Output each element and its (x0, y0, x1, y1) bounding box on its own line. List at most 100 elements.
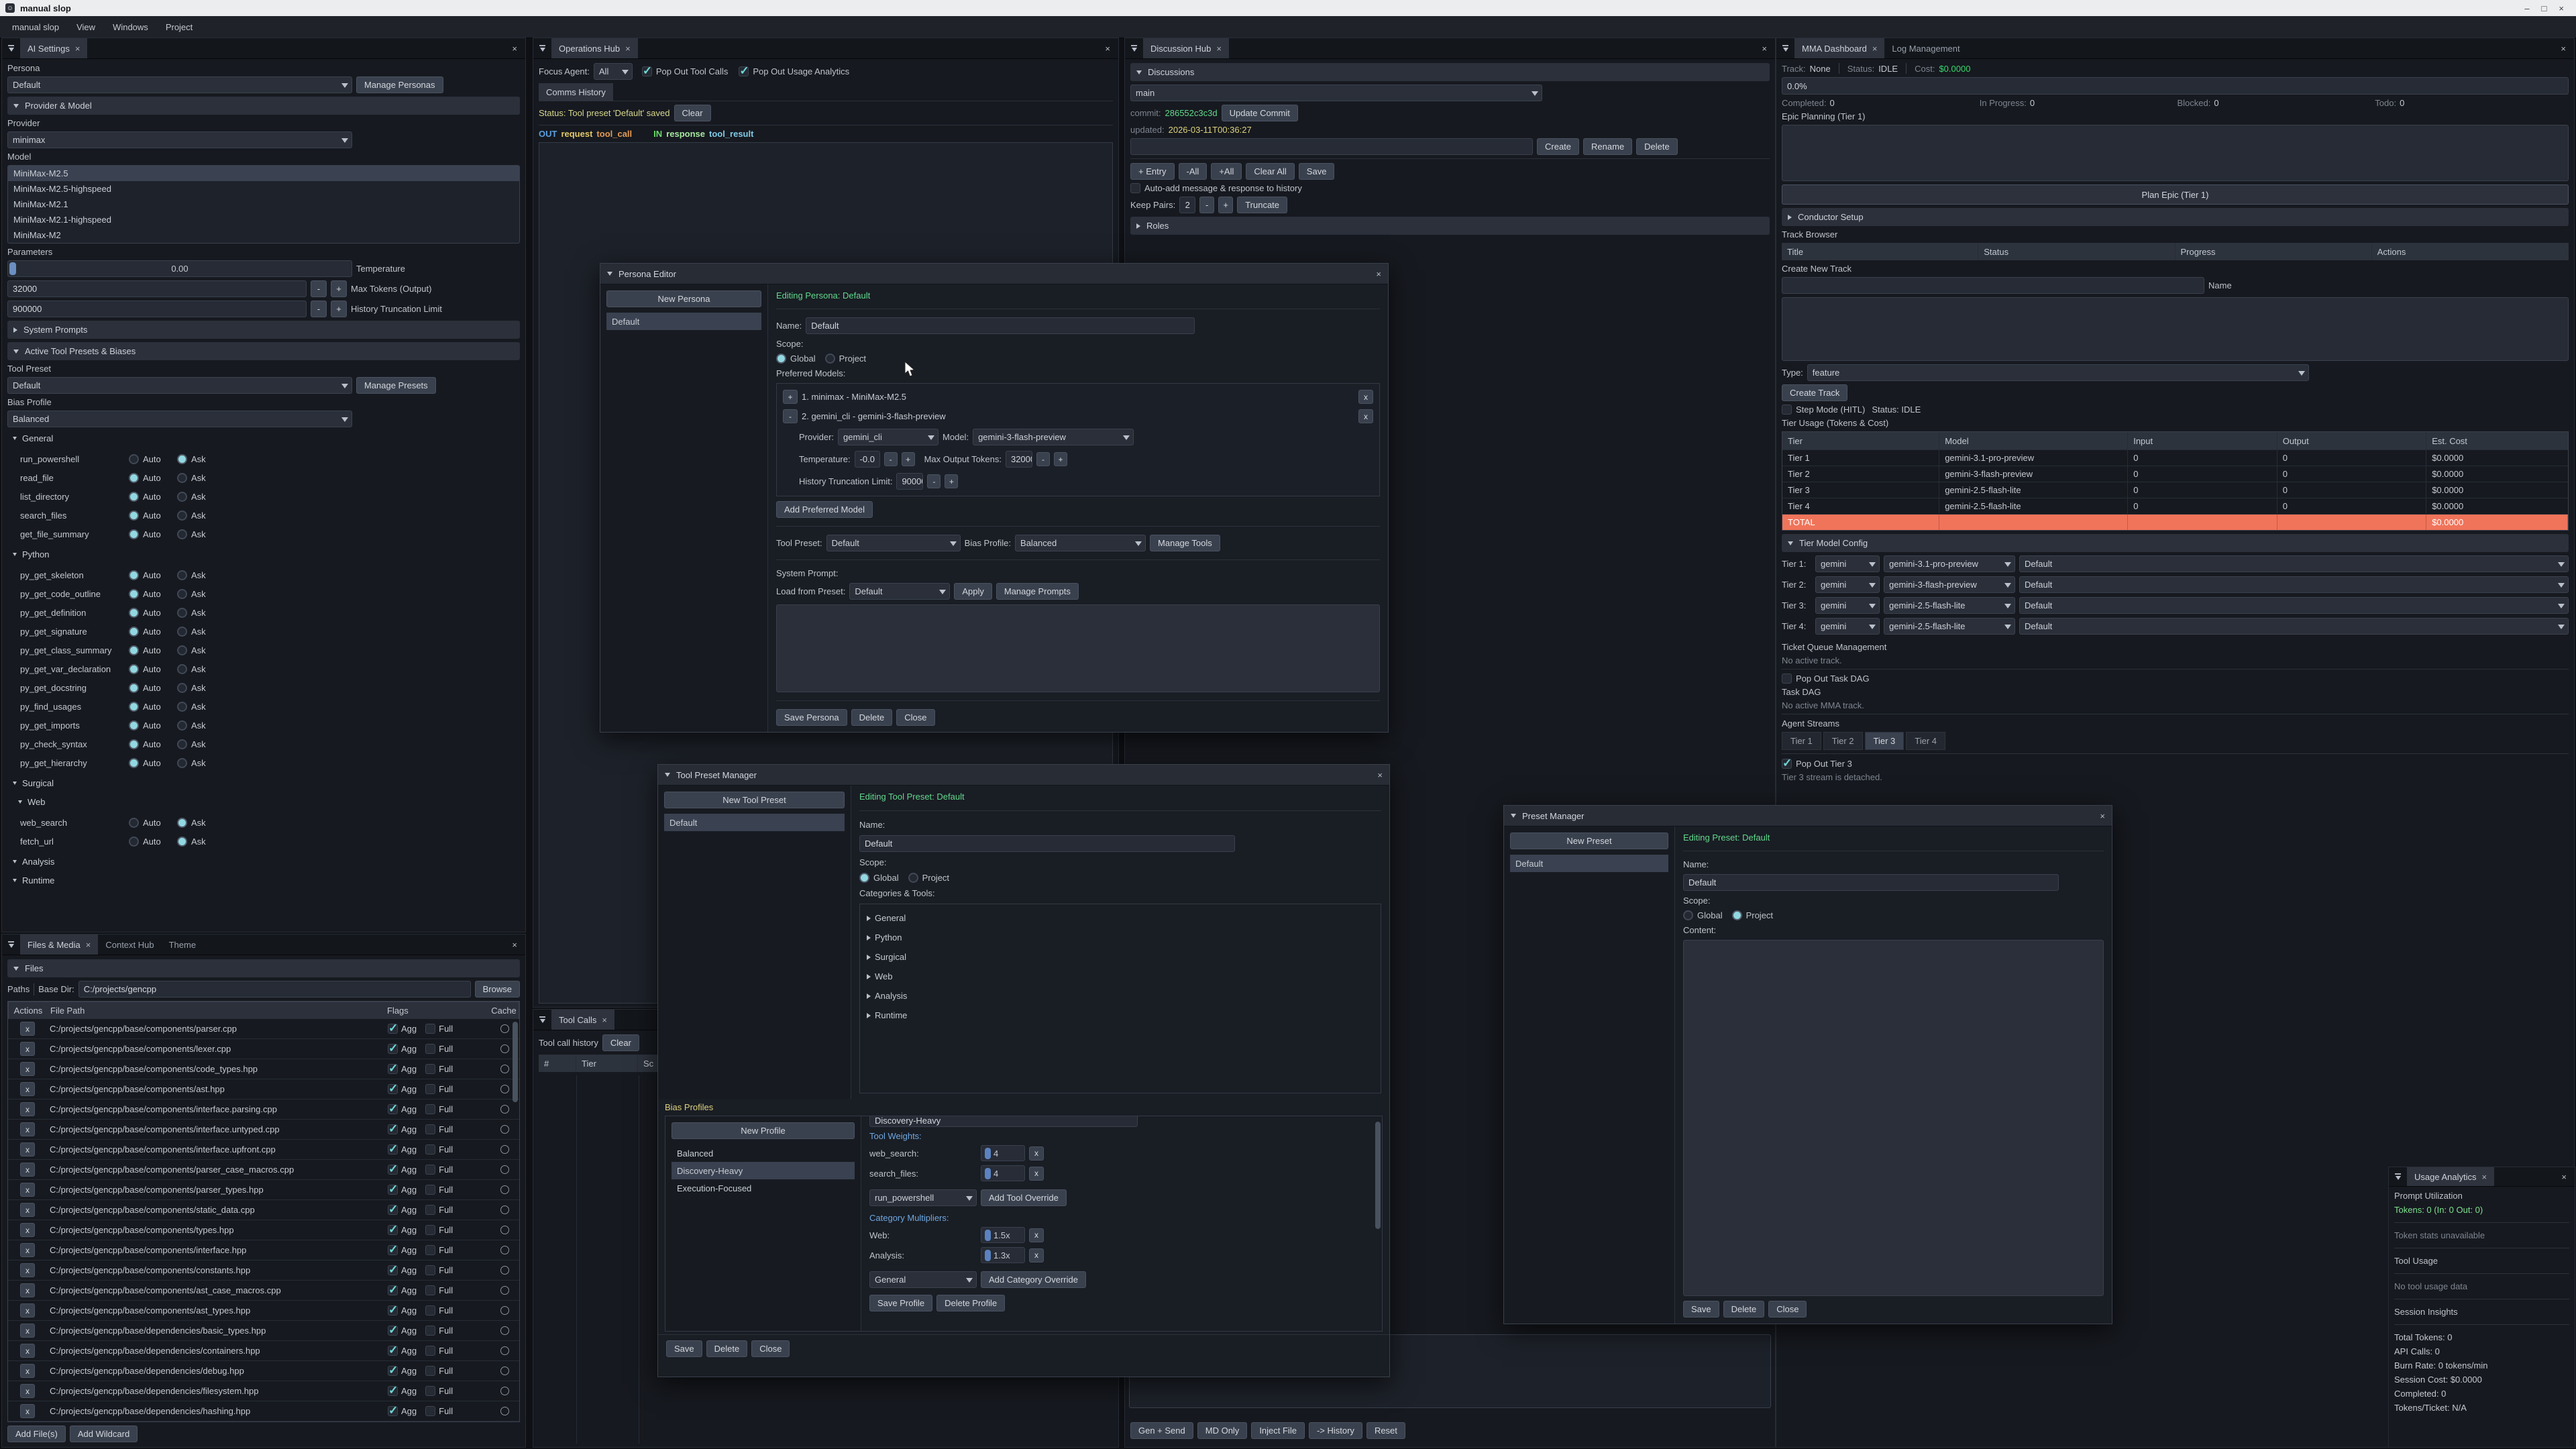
remove-file-button[interactable]: x (20, 1163, 35, 1177)
ask-radio[interactable]: Ask (177, 473, 225, 483)
auto-radio[interactable]: Auto (129, 739, 177, 749)
composer-action-button[interactable]: Gen + Send (1130, 1422, 1193, 1439)
entry-action-button[interactable]: + Entry (1130, 163, 1175, 180)
tab-mma-dashboard[interactable]: MMA Dashboard × (1794, 38, 1884, 58)
preset-name-input[interactable]: Default (1683, 874, 2059, 891)
ask-radio[interactable]: Ask (177, 529, 225, 539)
collapse-model-button[interactable]: - (783, 409, 798, 423)
max-output-tokens-input[interactable]: 32000 (1006, 451, 1032, 468)
preferred-temperature-input[interactable]: -0.0 (855, 451, 880, 468)
full-checkbox[interactable] (425, 1104, 435, 1114)
auto-radio[interactable]: Auto (129, 511, 177, 521)
ask-radio[interactable]: Ask (177, 511, 225, 521)
max-tokens-increment-button[interactable]: + (331, 280, 347, 297)
temperature-slider[interactable]: 0.00 (7, 260, 352, 277)
weight-slider[interactable]: 4 (981, 1145, 1025, 1161)
agg-checkbox[interactable] (388, 1084, 398, 1094)
entry-action-button[interactable]: Save (1299, 163, 1335, 180)
category-python-header[interactable]: Python (7, 547, 520, 562)
tier-model-select[interactable]: gemini-2.5-flash-lite (1884, 618, 2015, 635)
auto-radio[interactable]: Auto (129, 627, 177, 637)
remove-file-button[interactable]: x (20, 1183, 35, 1197)
remove-file-button[interactable]: x (20, 1122, 35, 1136)
model-option[interactable]: MiniMax-M2.1 (8, 197, 519, 212)
menu-item[interactable]: View (68, 19, 103, 35)
collapse-icon[interactable] (539, 1016, 545, 1023)
preferred-model-select[interactable]: gemini-3-flash-preview (973, 429, 1134, 445)
tab-usage-analytics[interactable]: Usage Analytics × (2407, 1167, 2494, 1186)
tab-close-icon[interactable]: × (2482, 1172, 2487, 1182)
agg-checkbox[interactable] (388, 1185, 398, 1195)
full-checkbox[interactable] (425, 1124, 435, 1134)
remove-weight-button[interactable]: x (1029, 1167, 1044, 1181)
ask-radio[interactable]: Ask (177, 570, 225, 580)
add-preferred-model-button[interactable]: Add Preferred Model (776, 501, 873, 518)
tier-model-select[interactable]: gemini-2.5-flash-lite (1884, 597, 2015, 614)
save-persona-button[interactable]: Save Persona (776, 709, 847, 726)
tab-discussion-hub[interactable]: Discussion Hub × (1143, 38, 1229, 58)
tier-prompt-select[interactable]: Default (2019, 555, 2569, 572)
system-prompt-textarea[interactable] (776, 604, 1380, 692)
collapse-icon[interactable] (2395, 1173, 2401, 1180)
agg-checkbox[interactable] (388, 1285, 398, 1295)
max-tokens-decrement-button[interactable]: - (311, 280, 327, 297)
agg-checkbox[interactable] (388, 1124, 398, 1134)
entry-action-button[interactable]: Clear All (1246, 163, 1294, 180)
window-control-button[interactable]: □ (2542, 3, 2547, 13)
keep-pairs-input[interactable]: 2 (1179, 197, 1195, 213)
load-preset-select[interactable]: Default (849, 583, 950, 600)
save-profile-button[interactable]: Save Profile (869, 1295, 932, 1311)
close-icon[interactable]: × (1376, 269, 1381, 279)
slider-handle[interactable] (9, 262, 16, 275)
add-category-override-button[interactable]: Add Category Override (981, 1271, 1086, 1288)
full-checkbox[interactable] (425, 1366, 435, 1376)
update-commit-button[interactable]: Update Commit (1222, 105, 1298, 121)
new-tool-preset-button[interactable]: New Tool Preset (664, 792, 845, 808)
rename-discussion-button[interactable]: Rename (1583, 138, 1632, 155)
category-web-header[interactable]: Web (7, 794, 520, 810)
remove-file-button[interactable]: x (20, 1283, 35, 1297)
scope-project-radio[interactable] (1732, 910, 1742, 920)
panel-close-icon[interactable]: × (509, 44, 520, 54)
bias-profile-item[interactable]: Balanced (672, 1144, 855, 1162)
base-dir-input[interactable]: C:/projects/gencpp (78, 981, 471, 998)
auto-add-checkbox[interactable] (1130, 183, 1140, 193)
new-profile-button[interactable]: New Profile (672, 1122, 855, 1139)
weight-slider[interactable]: 4 (981, 1165, 1025, 1181)
hist-decrement-button[interactable]: - (927, 474, 941, 488)
temp-increment-button[interactable]: + (902, 452, 915, 466)
tool-preset-name-input[interactable]: Default (859, 835, 1235, 852)
ask-radio[interactable]: Ask (177, 608, 225, 618)
remove-file-button[interactable]: x (20, 1062, 35, 1076)
category-override-select[interactable]: General (869, 1271, 977, 1288)
auto-radio[interactable]: Auto (129, 529, 177, 539)
remove-file-button[interactable]: x (20, 1263, 35, 1277)
scope-project-radio[interactable] (825, 354, 835, 364)
scope-global-radio[interactable] (776, 354, 786, 364)
close-dialog-button[interactable]: Close (1768, 1301, 1807, 1318)
collapse-icon[interactable] (607, 272, 612, 276)
history-limit-input[interactable]: 900000 (7, 301, 307, 317)
tier-provider-select[interactable]: gemini (1815, 618, 1880, 635)
epic-planning-textarea[interactable] (1782, 125, 2569, 181)
tool-preset-select[interactable]: Default (7, 377, 352, 394)
auto-radio[interactable]: Auto (129, 720, 177, 731)
active-presets-section-header[interactable]: Active Tool Presets & Biases (7, 342, 520, 360)
collapse-icon[interactable] (1511, 814, 1516, 818)
auto-radio[interactable]: Auto (129, 645, 177, 655)
step-mode-checkbox[interactable] (1782, 405, 1792, 415)
keep-pairs-increment-button[interactable]: + (1218, 197, 1233, 213)
ask-radio[interactable]: Ask (177, 589, 225, 599)
clear-status-button[interactable]: Clear (674, 105, 711, 121)
bias-profile-select[interactable]: Balanced (7, 411, 352, 427)
close-icon[interactable]: × (2100, 811, 2105, 821)
model-option[interactable]: MiniMax-M2.5-highspeed (8, 181, 519, 197)
profile-name-input[interactable]: Discovery-Heavy (869, 1116, 1138, 1127)
delete-persona-button[interactable]: Delete (851, 709, 893, 726)
scrollbar-thumb[interactable] (1375, 1122, 1381, 1229)
remove-file-button[interactable]: x (20, 1142, 35, 1157)
remove-weight-button[interactable]: x (1029, 1146, 1044, 1161)
category-row[interactable]: Python (867, 929, 1374, 946)
delete-discussion-button[interactable]: Delete (1636, 138, 1678, 155)
full-checkbox[interactable] (425, 1346, 435, 1356)
